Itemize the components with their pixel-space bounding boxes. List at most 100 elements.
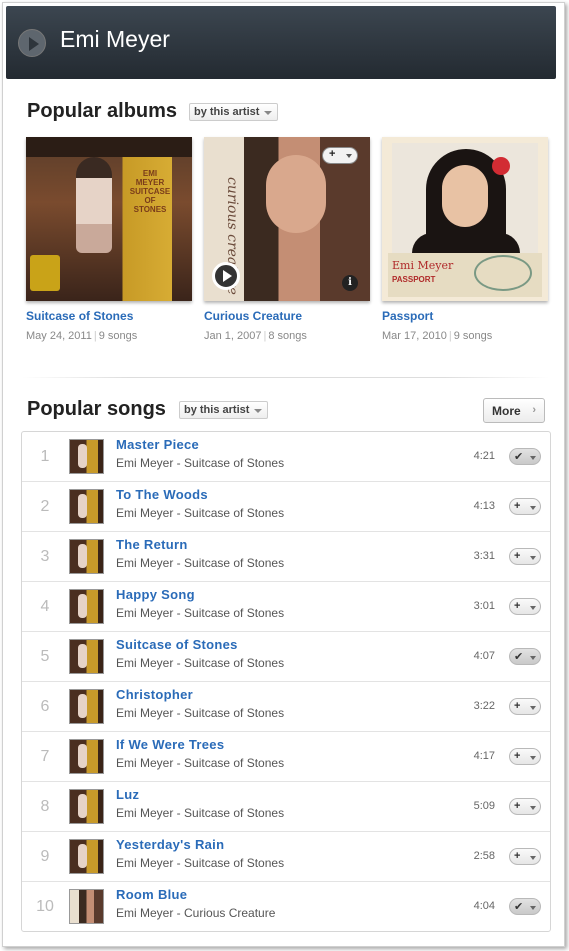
- song-artist[interactable]: Emi Meyer: [116, 756, 173, 770]
- more-button[interactable]: More ›: [483, 398, 545, 423]
- song-album[interactable]: Suitcase of Stones: [184, 706, 284, 720]
- song-subtitle: Emi Meyer - Suitcase of Stones: [116, 806, 285, 820]
- song-artist[interactable]: Emi Meyer: [116, 806, 173, 820]
- song-title-link[interactable]: If We Were Trees: [116, 737, 224, 752]
- album-cover[interactable]: EMI MEYER SUITCASE OF STONES: [26, 137, 192, 301]
- added-to-library-button[interactable]: ✔: [509, 448, 541, 465]
- chevron-down-icon: [530, 556, 536, 560]
- add-song-button[interactable]: +: [509, 848, 541, 865]
- add-song-button[interactable]: +: [509, 498, 541, 515]
- song-title-link[interactable]: Master Piece: [116, 437, 199, 452]
- song-album[interactable]: Curious Creature: [184, 906, 275, 920]
- chevron-down-icon: [530, 856, 536, 860]
- song-title-link[interactable]: Yesterday's Rain: [116, 837, 224, 852]
- add-album-button[interactable]: +: [322, 147, 358, 164]
- song-artist[interactable]: Emi Meyer: [116, 506, 173, 520]
- song-artist[interactable]: Emi Meyer: [116, 606, 173, 620]
- song-title-link[interactable]: Luz: [116, 787, 139, 802]
- song-subtitle: Emi Meyer - Suitcase of Stones: [116, 706, 285, 720]
- song-number: 7: [40, 748, 50, 765]
- add-song-button[interactable]: +: [509, 548, 541, 565]
- album-thumbnail[interactable]: [69, 739, 104, 774]
- song-number: 8: [40, 798, 50, 815]
- song-title-link[interactable]: Suitcase of Stones: [116, 637, 238, 652]
- cover-art-detail: [26, 137, 192, 157]
- song-row[interactable]: 10 Room Blue Emi Meyer - Curious Creature 4…: [22, 882, 550, 932]
- song-row[interactable]: 9 Yesterday's Rain Emi Meyer - Suitcase of…: [22, 832, 550, 882]
- song-title-link[interactable]: The Return: [116, 537, 188, 552]
- album-meta: Jan 1, 2007 | 8 songs: [204, 330, 370, 342]
- song-album[interactable]: Suitcase of Stones: [184, 506, 284, 520]
- song-artist[interactable]: Emi Meyer: [116, 706, 173, 720]
- song-artist[interactable]: Emi Meyer: [116, 556, 173, 570]
- song-row[interactable]: 3 The Return Emi Meyer - Suitcase of Stone…: [22, 532, 550, 582]
- cover-art-subtext: PASSPORT: [392, 275, 436, 284]
- song-album[interactable]: Suitcase of Stones: [184, 606, 284, 620]
- play-album-button[interactable]: [212, 262, 240, 290]
- song-album[interactable]: Suitcase of Stones: [184, 656, 284, 670]
- song-album[interactable]: Suitcase of Stones: [184, 756, 284, 770]
- popular-albums-title: Popular albums: [27, 100, 178, 122]
- song-row[interactable]: 2 To The Woods Emi Meyer - Suitcase of Sto…: [22, 482, 550, 532]
- album-thumbnail[interactable]: [69, 689, 104, 724]
- song-title-link[interactable]: Happy Song: [116, 587, 195, 602]
- album-title-link[interactable]: Passport: [382, 309, 548, 323]
- added-to-library-button[interactable]: ✔: [509, 898, 541, 915]
- chevron-down-icon: [346, 154, 352, 158]
- song-row[interactable]: 4 Happy Song Emi Meyer - Suitcase of Stone…: [22, 582, 550, 632]
- song-row[interactable]: 8 Luz Emi Meyer - Suitcase of Stones 5:09 +: [22, 782, 550, 832]
- play-artist-icon[interactable]: [18, 29, 46, 57]
- album-thumbnail[interactable]: [69, 639, 104, 674]
- album-thumbnail[interactable]: [69, 889, 104, 924]
- cover-art-text: EMI MEYER SUITCASE OF STONES: [129, 169, 171, 214]
- song-artist[interactable]: Emi Meyer: [116, 656, 173, 670]
- songs-filter-dropdown[interactable]: by this artist: [179, 401, 269, 419]
- song-album[interactable]: Suitcase of Stones: [184, 856, 284, 870]
- add-song-button[interactable]: +: [509, 748, 541, 765]
- song-title-link[interactable]: Christopher: [116, 687, 193, 702]
- song-title-link[interactable]: Room Blue: [116, 887, 187, 902]
- song-subtitle: Emi Meyer - Suitcase of Stones: [116, 856, 285, 870]
- plus-icon: +: [514, 800, 521, 812]
- album-thumbnail[interactable]: [69, 539, 104, 574]
- song-row[interactable]: 1 Master Piece Emi Meyer - Suitcase of Sto…: [22, 432, 550, 482]
- album-cover[interactable]: curious creature + i: [204, 137, 370, 301]
- add-song-button[interactable]: +: [509, 698, 541, 715]
- song-artist[interactable]: Emi Meyer: [116, 456, 173, 470]
- album-thumbnail[interactable]: [69, 489, 104, 524]
- song-album[interactable]: Suitcase of Stones: [184, 456, 284, 470]
- cover-art-text: Emi Meyer: [392, 259, 454, 272]
- popular-songs-title: Popular songs: [27, 398, 166, 420]
- song-row[interactable]: 5 Suitcase of Stones Emi Meyer - Suitcase …: [22, 632, 550, 682]
- add-song-button[interactable]: +: [509, 798, 541, 815]
- cover-art-face: [442, 165, 488, 227]
- song-number: 2: [40, 498, 50, 515]
- album-cover[interactable]: Emi Meyer PASSPORT: [382, 137, 548, 301]
- album-meta: May 24, 2011 | 9 songs: [26, 330, 192, 342]
- album-thumbnail[interactable]: [69, 789, 104, 824]
- song-subtitle: Emi Meyer - Suitcase of Stones: [116, 556, 285, 570]
- chevron-down-icon: [530, 906, 536, 910]
- albums-filter-dropdown[interactable]: by this artist: [189, 103, 279, 121]
- song-title-link[interactable]: To The Woods: [116, 487, 208, 502]
- song-artist[interactable]: Emi Meyer: [116, 856, 173, 870]
- song-artist[interactable]: Emi Meyer: [116, 906, 173, 920]
- album-thumbnail[interactable]: [69, 839, 104, 874]
- plus-icon: +: [514, 700, 521, 712]
- album-title-link[interactable]: Suitcase of Stones: [26, 309, 192, 323]
- cover-art-suitcase: [30, 255, 60, 291]
- chevron-down-icon: [530, 656, 536, 660]
- song-album[interactable]: Suitcase of Stones: [184, 556, 284, 570]
- song-album[interactable]: Suitcase of Stones: [184, 806, 284, 820]
- add-song-button[interactable]: +: [509, 598, 541, 615]
- chevron-down-icon: [530, 456, 536, 460]
- album-title-link[interactable]: Curious Creature: [204, 309, 370, 323]
- album-thumbnail[interactable]: [69, 589, 104, 624]
- added-to-library-button[interactable]: ✔: [509, 648, 541, 665]
- song-row[interactable]: 7 If We Were Trees Emi Meyer - Suitcase of…: [22, 732, 550, 782]
- song-number: 4: [40, 598, 50, 615]
- song-duration: 4:04: [473, 900, 495, 912]
- info-icon[interactable]: i: [342, 275, 358, 291]
- album-thumbnail[interactable]: [69, 439, 104, 474]
- song-row[interactable]: 6 Christopher Emi Meyer - Suitcase of Ston…: [22, 682, 550, 732]
